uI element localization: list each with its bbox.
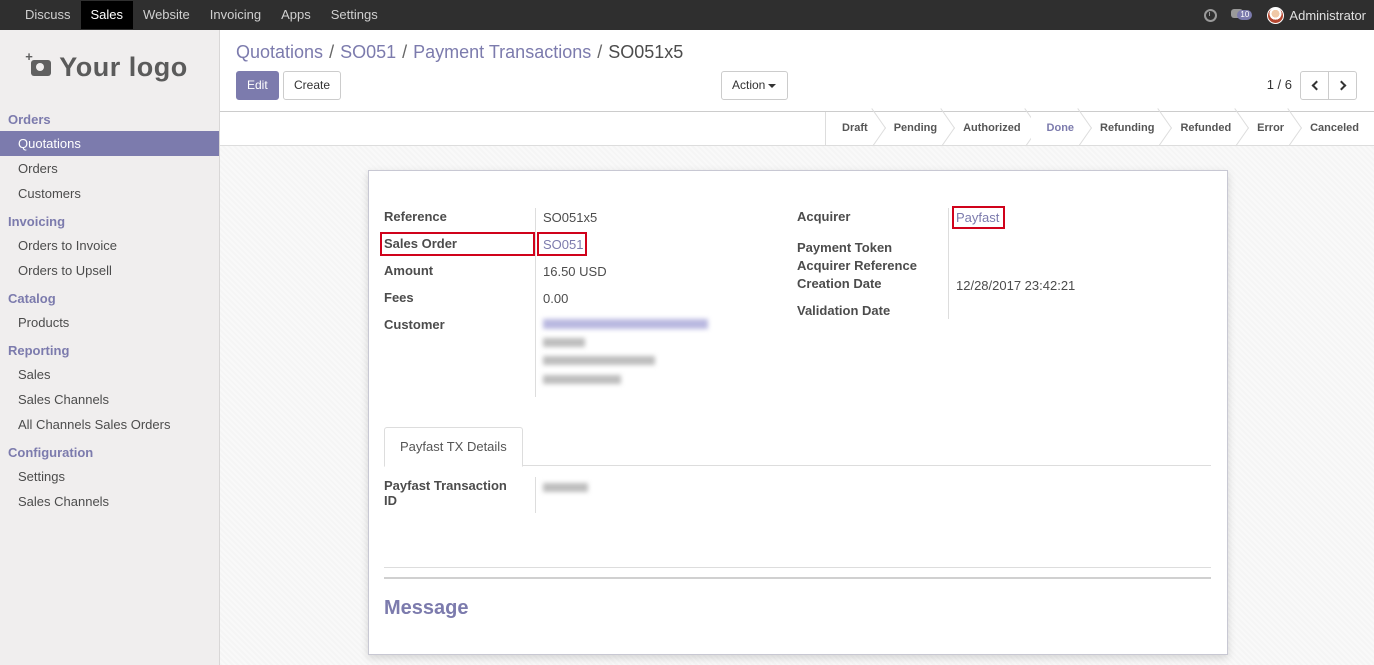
breadcrumb-separator: / bbox=[402, 42, 408, 62]
fees-value: 0.00 bbox=[543, 291, 569, 306]
acquirer-link[interactable]: Payfast bbox=[956, 210, 999, 225]
breadcrumb-separator: / bbox=[597, 42, 603, 62]
menu-website[interactable]: Website bbox=[133, 0, 200, 30]
amount-value: 16.50 USD bbox=[543, 264, 607, 279]
separator bbox=[384, 577, 1211, 579]
form-sheet: Reference SO051x5 Sales Order SO051 Amou… bbox=[368, 170, 1228, 655]
customer-address-redacted bbox=[543, 356, 655, 365]
sidebar-section-configuration: Configuration bbox=[8, 445, 94, 460]
create-button[interactable]: Create bbox=[283, 71, 342, 100]
sidebar-section-invoicing: Invoicing bbox=[8, 214, 66, 229]
status-bar-row: Draft Pending Authorized Done Refunding … bbox=[220, 111, 1374, 146]
stage-refunding[interactable]: Refunding bbox=[1084, 112, 1164, 145]
caret-down-icon bbox=[768, 83, 777, 88]
fees-label: Fees bbox=[384, 290, 414, 305]
acquirer-reference-label: Acquirer Reference bbox=[797, 258, 917, 273]
creation-date-value: 12/28/2017 23:42:21 bbox=[956, 278, 1076, 293]
stage-refunded[interactable]: Refunded bbox=[1164, 112, 1241, 145]
camera-icon bbox=[25, 49, 52, 76]
stage-done[interactable]: Done bbox=[1030, 112, 1085, 145]
breadcrumb-so051[interactable]: SO051 bbox=[340, 42, 396, 63]
sidebar-section-catalog: Catalog bbox=[8, 291, 56, 306]
creation-date-label: Creation Date bbox=[797, 276, 882, 291]
stage-draft[interactable]: Draft bbox=[826, 112, 878, 145]
breadcrumb-current: SO051x5 bbox=[608, 42, 684, 62]
form-background: Reference SO051x5 Sales Order SO051 Amou… bbox=[220, 146, 1374, 665]
sidebar-section-reporting: Reporting bbox=[8, 343, 70, 358]
menu-settings[interactable]: Settings bbox=[321, 0, 388, 30]
sidebar-item-settings[interactable]: Settings bbox=[0, 464, 219, 489]
action-label: Action bbox=[732, 78, 766, 92]
customer-address-redacted bbox=[543, 375, 621, 384]
edit-button[interactable]: Edit bbox=[236, 71, 279, 100]
stage-authorized[interactable]: Authorized bbox=[947, 112, 1030, 145]
user-menu[interactable]: Administrator bbox=[1267, 6, 1366, 24]
stage-pending[interactable]: Pending bbox=[878, 112, 947, 145]
top-navbar: Discuss Sales Website Invoicing Apps Set… bbox=[0, 0, 1374, 30]
company-logo[interactable]: Your logo bbox=[0, 30, 219, 104]
tab-payfast-tx-details[interactable]: Payfast TX Details bbox=[384, 427, 523, 467]
systray: 10 Administrator bbox=[1204, 0, 1366, 30]
separator bbox=[384, 567, 1211, 568]
validation-date-label: Validation Date bbox=[797, 303, 891, 318]
sidebar-item-orders-to-invoice[interactable]: Orders to Invoice bbox=[0, 233, 219, 258]
pager-value[interactable]: 1 / 6 bbox=[1267, 77, 1292, 92]
pager-previous-button[interactable] bbox=[1300, 71, 1329, 100]
status-bar: Draft Pending Authorized Done Refunding … bbox=[825, 112, 1374, 145]
sidebar-item-orders[interactable]: Orders bbox=[0, 156, 219, 181]
sidebar: Your logo Orders Quotations Orders Custo… bbox=[0, 30, 220, 665]
main-content: Quotations / SO051/ Payment Transactions /… bbox=[220, 30, 1374, 665]
sidebar-item-all-channels-sales-orders[interactable]: All Channels Sales Orders bbox=[0, 412, 219, 437]
field-divider bbox=[535, 208, 536, 397]
action-dropdown[interactable]: Action bbox=[721, 71, 788, 100]
sidebar-item-quotations[interactable]: Quotations bbox=[0, 131, 219, 156]
activity-clock-icon[interactable] bbox=[1204, 8, 1218, 22]
menu-discuss[interactable]: Discuss bbox=[15, 0, 81, 30]
reference-label: Reference bbox=[384, 209, 447, 224]
amount-label: Amount bbox=[384, 263, 434, 278]
sidebar-item-sales-channels[interactable]: Sales Channels bbox=[0, 387, 219, 412]
sidebar-section-orders: Orders bbox=[8, 112, 51, 127]
field-divider bbox=[535, 477, 536, 513]
pager-next-button[interactable] bbox=[1328, 71, 1357, 100]
breadcrumb-separator: / bbox=[329, 42, 335, 62]
chevron-right-icon bbox=[1336, 80, 1346, 91]
message-section-title: Message bbox=[384, 597, 469, 619]
payment-token-label: Payment Token bbox=[797, 240, 893, 255]
payfast-transaction-id-redacted bbox=[543, 483, 588, 492]
user-name: Administrator bbox=[1289, 7, 1366, 23]
message-count-badge: 10 bbox=[1237, 10, 1253, 20]
customer-name-redacted[interactable] bbox=[543, 319, 708, 329]
menu-sales[interactable]: Sales bbox=[80, 1, 134, 29]
sales-order-link[interactable]: SO051 bbox=[543, 237, 583, 252]
customer-label: Customer bbox=[384, 317, 445, 332]
sidebar-item-orders-to-upsell[interactable]: Orders to Upsell bbox=[0, 258, 219, 283]
sidebar-item-config-sales-channels[interactable]: Sales Channels bbox=[0, 489, 219, 514]
label-line-2: ID bbox=[384, 493, 397, 508]
breadcrumb: Quotations / SO051/ Payment Transactions /… bbox=[236, 42, 683, 63]
breadcrumb-payment-transactions[interactable]: Payment Transactions bbox=[413, 42, 591, 63]
sidebar-item-products[interactable]: Products bbox=[0, 310, 219, 335]
stage-error[interactable]: Error bbox=[1241, 112, 1294, 145]
avatar bbox=[1267, 6, 1285, 24]
payfast-transaction-id-label: Payfast Transaction ID bbox=[384, 478, 507, 508]
menu-invoicing[interactable]: Invoicing bbox=[200, 0, 271, 30]
app-menu: Discuss Sales Website Invoicing Apps Set… bbox=[15, 0, 388, 30]
acquirer-label: Acquirer bbox=[797, 209, 851, 224]
breadcrumb-quotations[interactable]: Quotations bbox=[236, 42, 323, 63]
sidebar-item-customers[interactable]: Customers bbox=[0, 181, 219, 206]
sidebar-item-sales[interactable]: Sales bbox=[0, 362, 219, 387]
sales-order-label: Sales Order bbox=[384, 236, 457, 251]
field-divider bbox=[948, 208, 949, 319]
stage-canceled[interactable]: Canceled bbox=[1294, 112, 1374, 145]
customer-address-redacted bbox=[543, 338, 585, 347]
menu-apps[interactable]: Apps bbox=[271, 0, 321, 30]
reference-value: SO051x5 bbox=[543, 210, 598, 225]
chevron-left-icon bbox=[1311, 80, 1321, 91]
messages-icon[interactable]: 10 bbox=[1231, 7, 1253, 23]
logo-text: Your logo bbox=[59, 51, 188, 82]
label-line-1: Payfast Transaction bbox=[384, 478, 507, 493]
